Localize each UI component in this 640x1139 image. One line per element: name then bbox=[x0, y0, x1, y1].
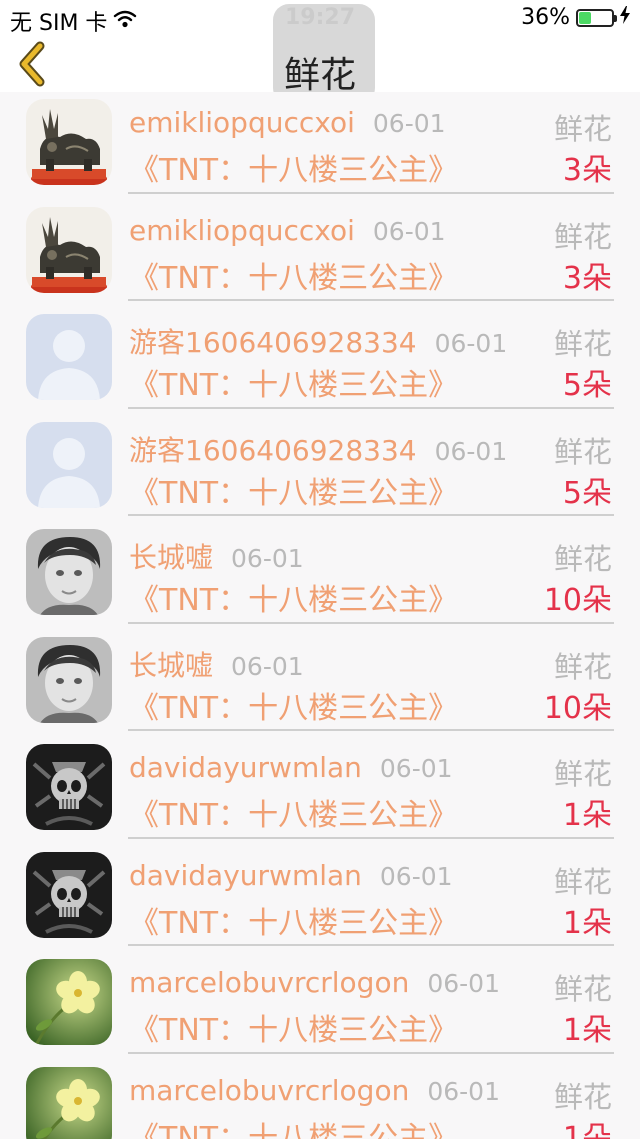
gift-date: 06-01 bbox=[434, 436, 508, 466]
sender-name-line: davidayurwmlan 06-01 bbox=[129, 751, 453, 784]
sender-name: davidayurwmlan bbox=[129, 751, 362, 784]
pixiu-statue-icon[interactable] bbox=[26, 99, 112, 185]
work-title: 《TNT：十八楼三公主》 bbox=[129, 798, 459, 833]
boy-portrait-icon[interactable] bbox=[26, 636, 112, 723]
boy-portrait-icon[interactable] bbox=[26, 529, 112, 615]
yellow-flower-icon[interactable] bbox=[26, 959, 112, 1045]
sender-name: 游客1606406928334 bbox=[129, 433, 417, 467]
gift-date: 06-01 bbox=[379, 861, 453, 891]
gift-type: 鲜花 bbox=[553, 112, 612, 146]
gift-type: 鲜花 bbox=[553, 649, 612, 684]
list-item[interactable]: marcelobuvrcrlogon 06-01 鲜花 《TNT：十八楼三公主》 … bbox=[0, 1060, 640, 1139]
gift-count: 1朵 bbox=[562, 905, 612, 941]
divider bbox=[128, 191, 614, 194]
sender-name: davidayurwmlan bbox=[129, 858, 362, 892]
gift-date: 06-01 bbox=[372, 216, 446, 246]
sender-name: marcelobuvrcrlogon bbox=[129, 1073, 410, 1107]
divider bbox=[128, 944, 614, 946]
gift-date: 06-01 bbox=[427, 969, 500, 998]
list-item[interactable]: emikliopquccxoi 06-01 鲜花 《TNT：十八楼三公主》 3朵 bbox=[0, 200, 640, 308]
list-item[interactable]: 游客1606406928334 06-01 鲜花 《TNT：十八楼三公主》 5朵 bbox=[0, 307, 640, 415]
battery-fill bbox=[579, 11, 591, 24]
divider bbox=[128, 1051, 614, 1054]
gift-count: 10朵 bbox=[543, 583, 612, 618]
work-title: 《TNT：十八楼三公主》 bbox=[129, 1120, 459, 1139]
gift-list: emikliopquccxoi 06-01 鲜花 《TNT：十八楼三公主》 3朵 … bbox=[0, 92, 640, 1139]
default-avatar-icon[interactable] bbox=[26, 314, 112, 400]
skull-icon[interactable] bbox=[26, 851, 112, 938]
gift-type: 鲜花 bbox=[553, 757, 612, 791]
list-item[interactable]: davidayurwmlan 06-01 鲜花 《TNT：十八楼三公主》 1朵 bbox=[0, 737, 640, 845]
battery-percent: 36% bbox=[521, 5, 570, 30]
divider bbox=[128, 299, 614, 301]
status-right: 36% bbox=[521, 5, 630, 30]
default-avatar-icon[interactable] bbox=[26, 421, 112, 508]
sender-name-line: 游客1606406928334 06-01 bbox=[129, 429, 507, 469]
list-item[interactable]: 长城嘘 06-01 鲜花 《TNT：十八楼三公主》 10朵 bbox=[0, 522, 640, 630]
gift-date: 06-01 bbox=[231, 544, 304, 573]
divider bbox=[128, 621, 614, 624]
gift-count: 5朵 bbox=[562, 475, 612, 511]
gift-type: 鲜花 bbox=[553, 219, 612, 254]
work-title: 《TNT：十八楼三公主》 bbox=[129, 260, 459, 296]
sender-name: emikliopquccxoi bbox=[129, 213, 355, 247]
divider bbox=[128, 514, 614, 516]
sender-name-line: marcelobuvrcrlogon 06-01 bbox=[129, 966, 500, 999]
gift-count: 10朵 bbox=[543, 690, 612, 726]
sender-name-line: davidayurwmlan 06-01 bbox=[129, 859, 453, 892]
list-item[interactable]: davidayurwmlan 06-01 鲜花 《TNT：十八楼三公主》 1朵 bbox=[0, 845, 640, 953]
battery-icon bbox=[576, 8, 617, 27]
gift-count: 1朵 bbox=[562, 798, 612, 833]
gift-type: 鲜花 bbox=[553, 1079, 612, 1114]
list-item[interactable]: marcelobuvrcrlogon 06-01 鲜花 《TNT：十八楼三公主》 … bbox=[0, 952, 640, 1060]
page-title: 鲜花 bbox=[283, 55, 356, 96]
divider bbox=[128, 729, 614, 731]
sender-name-line: 长城嘘 06-01 bbox=[129, 644, 304, 684]
sender-name: 游客1606406928334 bbox=[129, 326, 417, 359]
work-title: 《TNT：十八楼三公主》 bbox=[129, 368, 459, 403]
sender-name: marcelobuvrcrlogon bbox=[129, 966, 410, 999]
navigation-bar: 鲜花 bbox=[0, 4, 640, 104]
gift-type: 鲜花 bbox=[553, 864, 612, 899]
divider bbox=[128, 406, 614, 409]
list-item[interactable]: 长城嘘 06-01 鲜花 《TNT：十八楼三公主》 10朵 bbox=[0, 630, 640, 738]
work-title: 《TNT：十八楼三公主》 bbox=[129, 475, 459, 511]
gift-type: 鲜花 bbox=[553, 434, 612, 469]
work-title: 《TNT：十八楼三公主》 bbox=[129, 1013, 459, 1048]
sender-name-line: 游客1606406928334 06-01 bbox=[129, 321, 507, 361]
sender-name-line: emikliopquccxoi 06-01 bbox=[129, 106, 446, 139]
gift-count: 1朵 bbox=[562, 1120, 612, 1139]
sender-name-line: emikliopquccxoi 06-01 bbox=[129, 214, 446, 247]
skull-icon[interactable] bbox=[26, 744, 112, 830]
list-item[interactable]: 游客1606406928334 06-01 鲜花 《TNT：十八楼三公主》 5朵 bbox=[0, 415, 640, 523]
gift-count: 1朵 bbox=[562, 1013, 612, 1048]
gift-count: 5朵 bbox=[562, 368, 612, 403]
sender-name-line: marcelobuvrcrlogon 06-01 bbox=[129, 1074, 500, 1107]
charging-bolt-icon bbox=[620, 5, 630, 30]
list-item[interactable]: emikliopquccxoi 06-01 鲜花 《TNT：十八楼三公主》 3朵 bbox=[0, 92, 640, 200]
gift-date: 06-01 bbox=[427, 1076, 500, 1106]
yellow-flower-icon[interactable] bbox=[26, 1066, 112, 1139]
pixiu-statue-icon[interactable] bbox=[26, 206, 112, 293]
gift-count: 3朵 bbox=[562, 260, 612, 296]
gift-date: 06-01 bbox=[231, 651, 304, 681]
gift-date: 06-01 bbox=[434, 329, 508, 358]
work-title: 《TNT：十八楼三公主》 bbox=[129, 583, 459, 618]
work-title: 《TNT：十八楼三公主》 bbox=[129, 905, 459, 941]
gift-type: 鲜花 bbox=[553, 542, 612, 576]
sender-name: emikliopquccxoi bbox=[129, 106, 355, 139]
work-title: 《TNT：十八楼三公主》 bbox=[129, 690, 459, 726]
gift-count: 3朵 bbox=[562, 153, 612, 188]
sender-name: 长城嘘 bbox=[129, 541, 214, 574]
work-title: 《TNT：十八楼三公主》 bbox=[129, 153, 459, 188]
sender-name: 长城嘘 bbox=[129, 648, 214, 682]
gift-type: 鲜花 bbox=[553, 327, 612, 361]
divider bbox=[128, 836, 614, 839]
sender-name-line: 长城嘘 06-01 bbox=[129, 536, 304, 576]
gift-date: 06-01 bbox=[379, 754, 453, 783]
gift-date: 06-01 bbox=[372, 109, 446, 138]
gift-type: 鲜花 bbox=[553, 972, 612, 1006]
